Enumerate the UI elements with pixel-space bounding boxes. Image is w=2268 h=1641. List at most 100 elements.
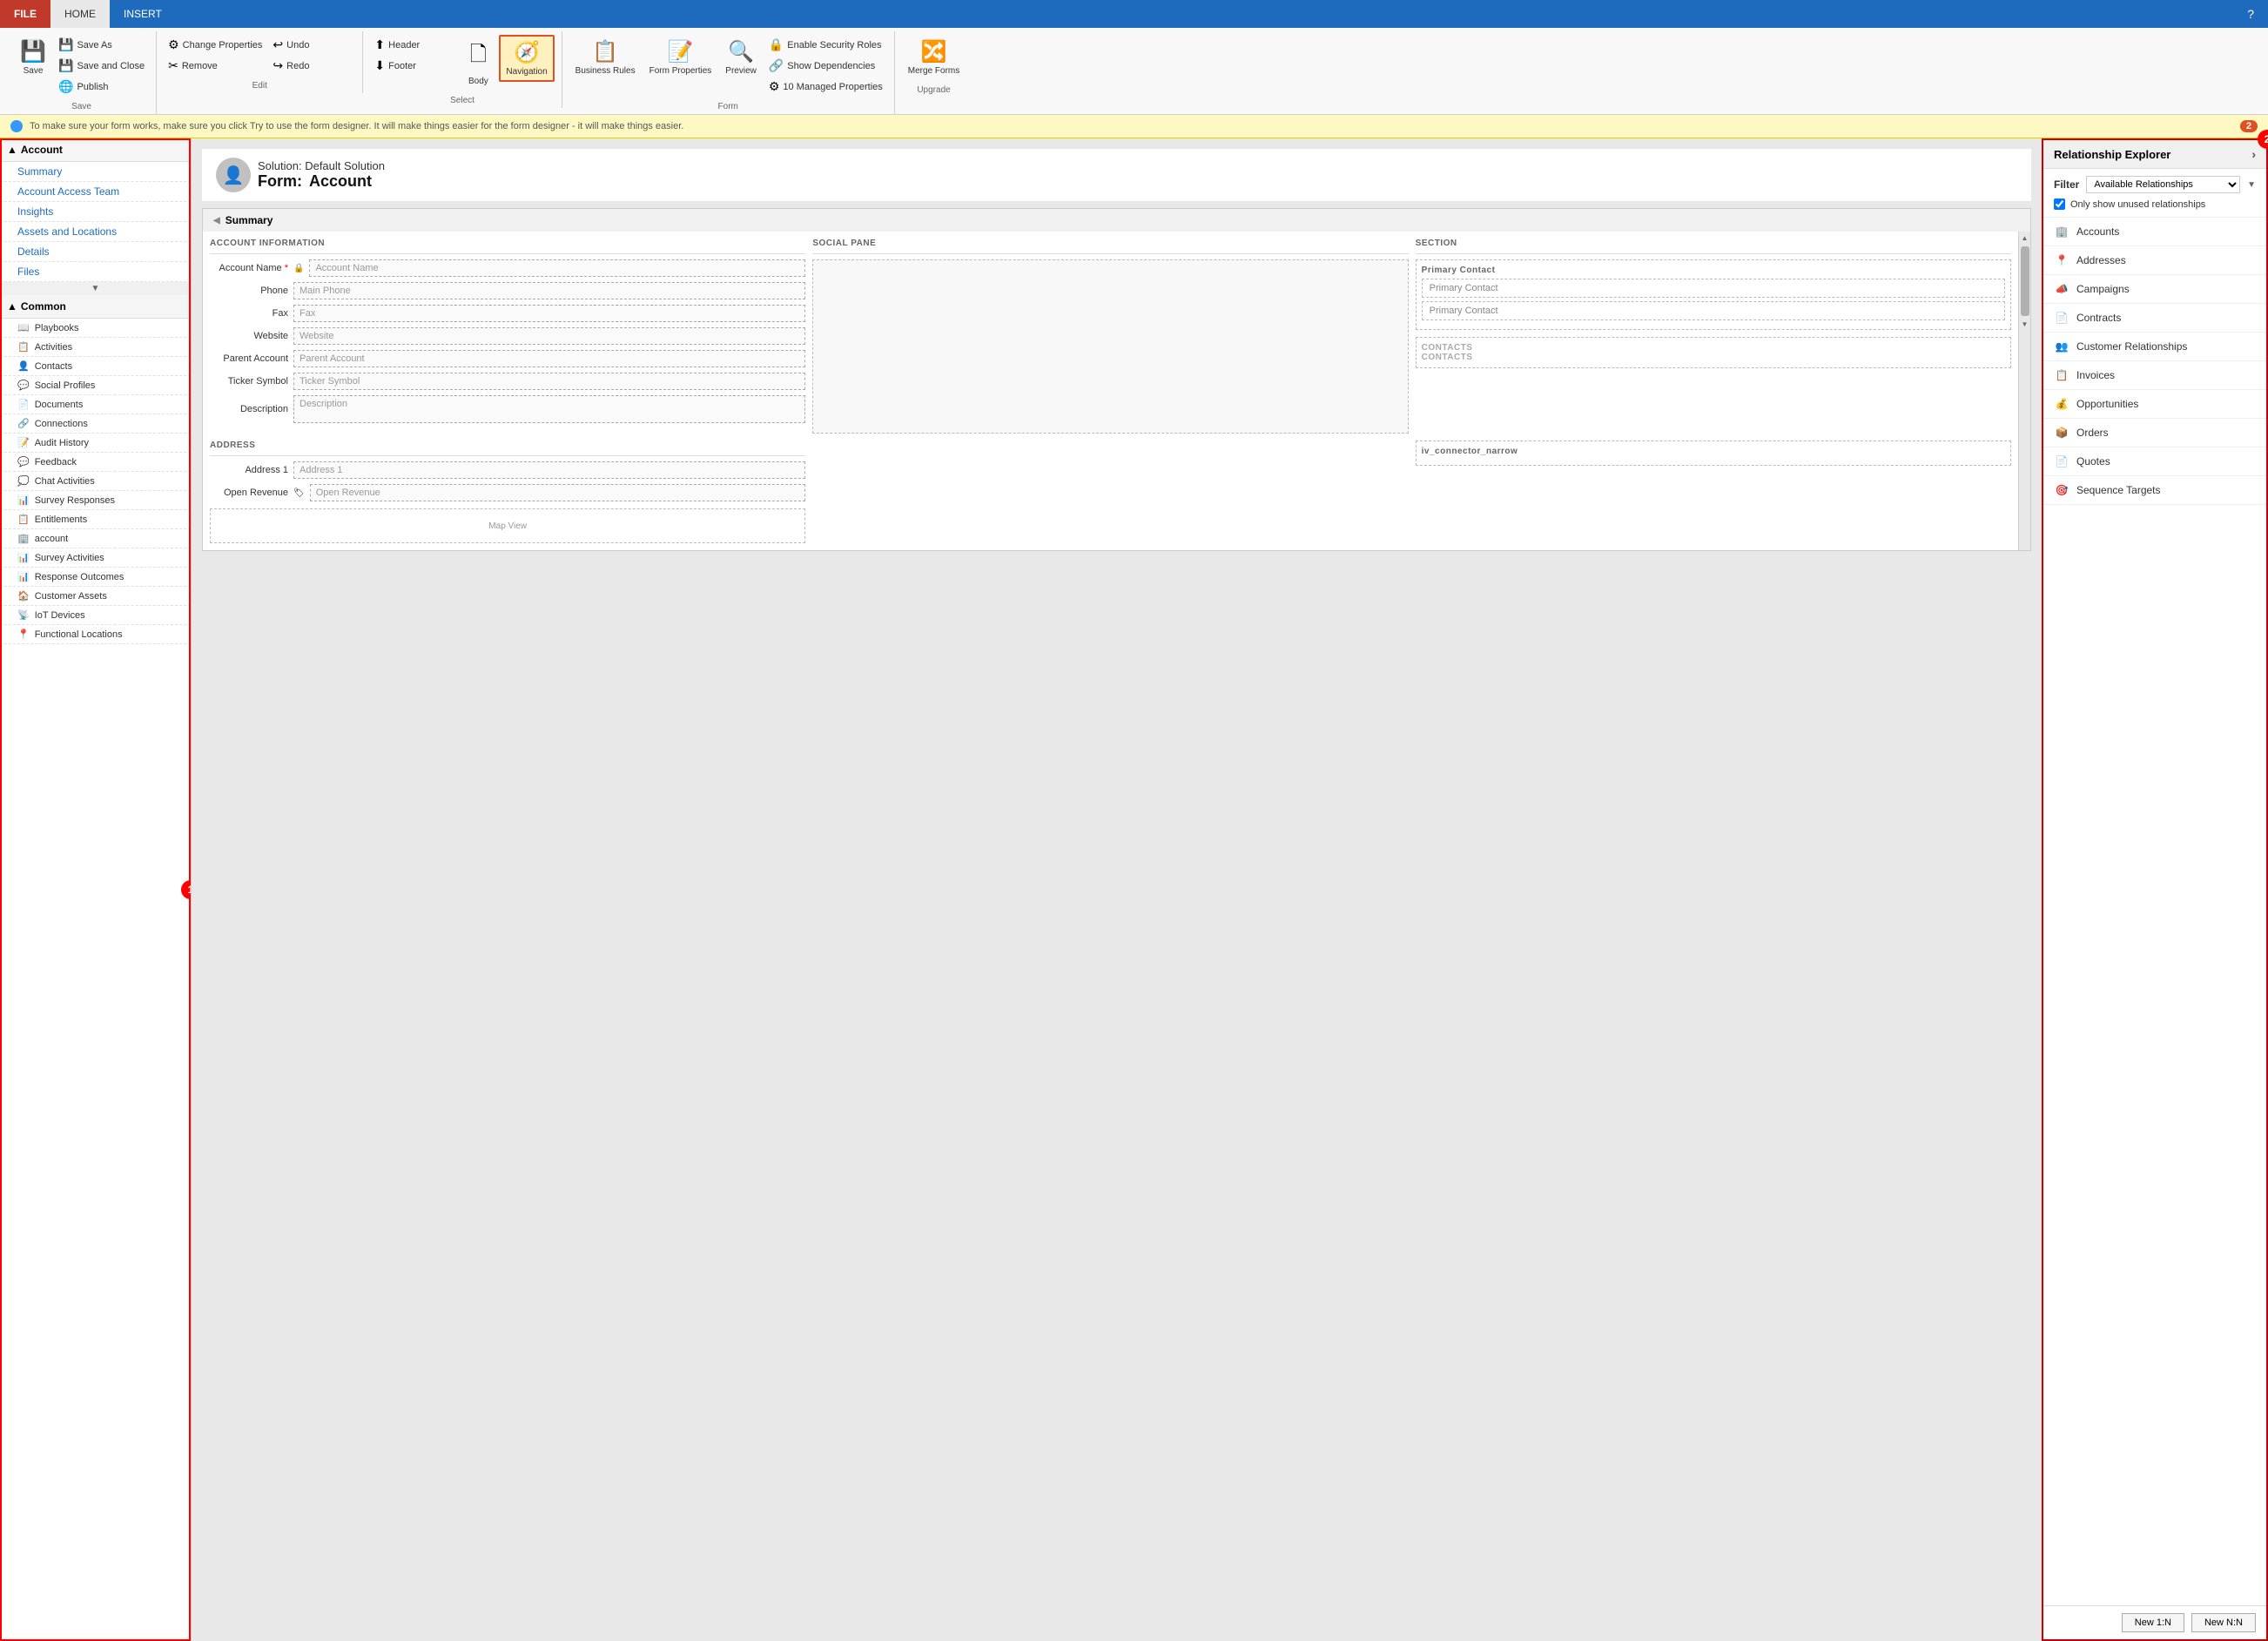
enable-security-button[interactable]: 🔒 Enable Security Roles bbox=[764, 35, 887, 55]
form-properties-button[interactable]: 📝 Form Properties bbox=[643, 35, 718, 80]
rel-item-sequence-targets[interactable]: 🎯 Sequence Targets bbox=[2043, 476, 2266, 505]
footer-button[interactable]: ⬇ Footer bbox=[370, 56, 457, 76]
save-as-icon: 💾 bbox=[58, 37, 73, 52]
nav-item-customer-assets[interactable]: 🏠 Customer Assets bbox=[0, 587, 191, 606]
show-dependencies-button[interactable]: 🔗 Show Dependencies bbox=[764, 56, 887, 76]
sequence-targets-label: Sequence Targets bbox=[2076, 484, 2161, 496]
nav-scroll-down[interactable]: ▼ bbox=[0, 282, 191, 295]
save-close-button[interactable]: 💾 Save and Close bbox=[54, 56, 149, 76]
common-section-header[interactable]: ▲ Common bbox=[0, 295, 191, 319]
help-icon[interactable]: ? bbox=[2233, 7, 2268, 21]
connector-col: iv_connector_narrow bbox=[1416, 441, 2011, 543]
nav-item-social-profiles[interactable]: 💬 Social Profiles bbox=[0, 376, 191, 395]
account-section-header[interactable]: ▲ Account bbox=[0, 138, 191, 162]
rel-item-accounts[interactable]: 🏢 Accounts bbox=[2043, 218, 2266, 246]
nav-item-audit-history[interactable]: 📝 Audit History bbox=[0, 434, 191, 453]
address-section: ADDRESS Address 1 Address 1 Open Revenue… bbox=[210, 441, 805, 543]
nav-item-contacts[interactable]: 👤 Contacts bbox=[0, 357, 191, 376]
notification-text: To make sure your form works, make sure … bbox=[30, 121, 2233, 131]
remove-button[interactable]: ✂ Remove bbox=[164, 56, 266, 76]
nav-item-survey-activities[interactable]: 📊 Survey Activities bbox=[0, 548, 191, 568]
rel-item-quotes[interactable]: 📄 Quotes bbox=[2043, 447, 2266, 476]
body-icon: 🗋 bbox=[470, 39, 487, 75]
redo-button[interactable]: ↪ Redo bbox=[268, 56, 355, 76]
unused-relationships-checkbox[interactable] bbox=[2054, 198, 2065, 210]
nav-item-documents[interactable]: 📄 Documents bbox=[0, 395, 191, 414]
phone-label: Phone bbox=[210, 286, 288, 296]
phone-input[interactable]: Main Phone bbox=[293, 282, 805, 299]
scroll-up-arrow[interactable]: ▲ bbox=[2019, 232, 2031, 245]
nav-item-functional-locations[interactable]: 📍 Functional Locations bbox=[0, 625, 191, 644]
nav-item-details[interactable]: Details bbox=[0, 242, 191, 262]
header-button[interactable]: ⬆ Header bbox=[370, 35, 457, 55]
address1-input[interactable]: Address 1 bbox=[293, 461, 805, 479]
primary-contact-field-1[interactable]: Primary Contact bbox=[1422, 279, 2005, 298]
form-scrollbar: ▲ ▼ bbox=[2018, 232, 2030, 550]
rel-item-campaigns[interactable]: 📣 Campaigns bbox=[2043, 275, 2266, 304]
nav-item-account[interactable]: 🏢 account bbox=[0, 529, 191, 548]
right-section: Section Primary Contact Primary Contact … bbox=[1416, 239, 2011, 434]
nav-item-activities[interactable]: 📋 Activities bbox=[0, 338, 191, 357]
scrollbar-thumb[interactable] bbox=[2021, 246, 2029, 316]
new-1n-button[interactable]: New 1:N bbox=[2122, 1613, 2184, 1632]
rel-item-contracts[interactable]: 📄 Contracts bbox=[2043, 304, 2266, 333]
nav-item-entitlements[interactable]: 📋 Entitlements bbox=[0, 510, 191, 529]
nav-item-survey-responses[interactable]: 📊 Survey Responses bbox=[0, 491, 191, 510]
field-row-description: Description Description bbox=[210, 395, 805, 423]
nav-item-connections[interactable]: 🔗 Connections bbox=[0, 414, 191, 434]
nav-item-account-access-team[interactable]: Account Access Team bbox=[0, 182, 191, 202]
managed-properties-button[interactable]: ⚙ 10 Managed Properties bbox=[764, 77, 887, 97]
form-solution: Solution: Default Solution bbox=[258, 159, 385, 172]
nav-item-playbooks[interactable]: 📖 Playbooks bbox=[0, 319, 191, 338]
ticker-symbol-input[interactable]: Ticker Symbol bbox=[293, 373, 805, 390]
nav-item-files[interactable]: Files bbox=[0, 262, 191, 282]
account-name-input[interactable]: Account Name bbox=[309, 259, 805, 277]
rel-item-opportunities[interactable]: 💰 Opportunities bbox=[2043, 390, 2266, 419]
business-rules-button[interactable]: 📋 Business Rules bbox=[569, 35, 642, 80]
nav-item-insights[interactable]: Insights bbox=[0, 202, 191, 222]
nav-item-feedback[interactable]: 💬 Feedback bbox=[0, 453, 191, 472]
description-input[interactable]: Description bbox=[293, 395, 805, 423]
undo-button[interactable]: ↩ Undo bbox=[268, 35, 355, 55]
insert-tab[interactable]: INSERT bbox=[110, 0, 176, 28]
nav-item-chat-activities[interactable]: 💭 Chat Activities bbox=[0, 472, 191, 491]
preview-button[interactable]: 🔍 Preview bbox=[719, 35, 763, 80]
nav-item-assets-locations[interactable]: Assets and Locations bbox=[0, 222, 191, 242]
nav-item-iot-devices[interactable]: 📡 IoT Devices bbox=[0, 606, 191, 625]
merge-forms-button[interactable]: 🔀 Merge Forms bbox=[902, 35, 966, 80]
quotes-label: Quotes bbox=[2076, 455, 2110, 467]
save-button[interactable]: 💾 Save bbox=[14, 35, 52, 80]
rel-item-invoices[interactable]: 📋 Invoices bbox=[2043, 361, 2266, 390]
panel-arrow-icon[interactable]: › bbox=[2251, 147, 2256, 161]
primary-contact-field-2[interactable]: Primary Contact bbox=[1422, 301, 2005, 320]
contacts-section: CONTACTS CONTACTS bbox=[1416, 337, 2011, 368]
rel-item-orders[interactable]: 📦 Orders bbox=[2043, 419, 2266, 447]
nav-item-response-outcomes[interactable]: 📊 Response Outcomes bbox=[0, 568, 191, 587]
parent-account-input[interactable]: Parent Account bbox=[293, 350, 805, 367]
notification-number: 2 bbox=[2240, 120, 2258, 132]
contracts-label: Contracts bbox=[2076, 312, 2121, 324]
filter-dropdown[interactable]: Available Relationships bbox=[2086, 176, 2240, 193]
rel-item-customer-relationships[interactable]: 👥 Customer Relationships bbox=[2043, 333, 2266, 361]
file-tab[interactable]: FILE bbox=[0, 0, 50, 28]
nav-item-summary[interactable]: Summary bbox=[0, 162, 191, 182]
rel-item-addresses[interactable]: 📍 Addresses bbox=[2043, 246, 2266, 275]
connections-icon: 🔗 bbox=[17, 418, 30, 429]
scroll-down-arrow[interactable]: ▼ bbox=[2019, 318, 2031, 331]
contacts-label: CONTACTS bbox=[1422, 343, 2005, 353]
home-tab[interactable]: HOME bbox=[50, 0, 110, 28]
header-icon: ⬆ bbox=[374, 37, 385, 52]
new-nn-button[interactable]: New N:N bbox=[2191, 1613, 2256, 1632]
middle-empty-col bbox=[812, 441, 1408, 543]
save-as-button[interactable]: 💾 Save As bbox=[54, 35, 149, 55]
navigation-button[interactable]: 🧭 Navigation bbox=[499, 35, 554, 82]
change-properties-button[interactable]: ⚙ Change Properties bbox=[164, 35, 266, 55]
account-icon: 🏢 bbox=[17, 533, 30, 544]
fax-input[interactable]: Fax bbox=[293, 305, 805, 322]
ribbon-group-upgrade: 🔀 Merge Forms Upgrade bbox=[895, 31, 972, 98]
website-input[interactable]: Website bbox=[293, 327, 805, 345]
publish-button[interactable]: 🌐 Publish bbox=[54, 77, 149, 97]
lock-icon: 🔒 bbox=[293, 264, 304, 273]
open-revenue-input[interactable]: Open Revenue bbox=[310, 484, 806, 501]
body-button[interactable]: 🗋 Body bbox=[459, 35, 497, 91]
